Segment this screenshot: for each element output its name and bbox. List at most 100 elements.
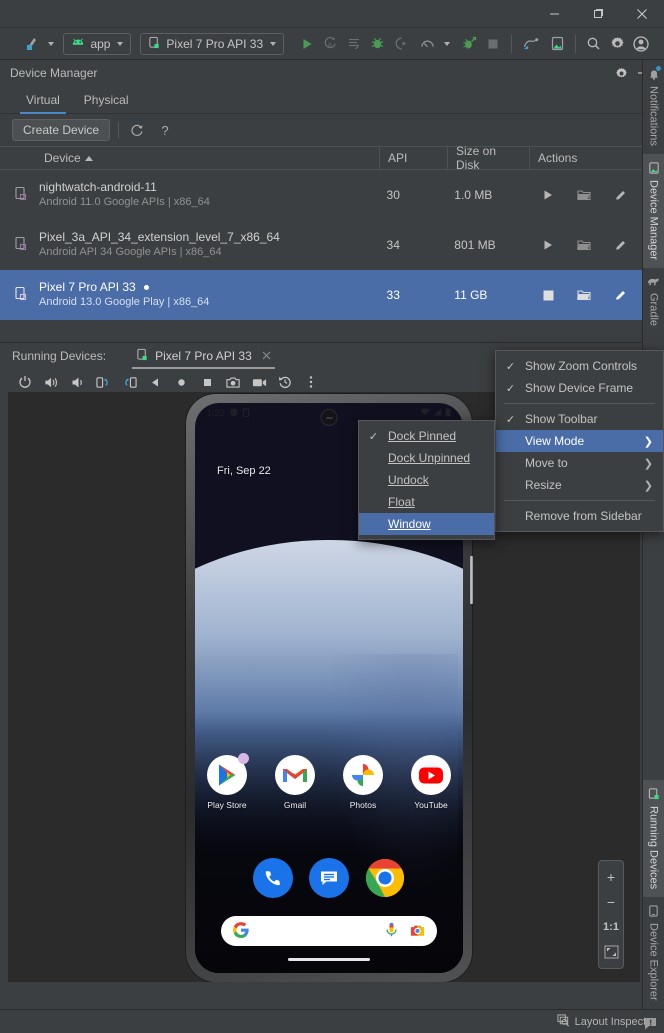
window-title-bar <box>0 0 664 28</box>
attach-debugger-button[interactable] <box>391 32 413 56</box>
api-cell: 34 <box>386 238 400 252</box>
profiler-chevron-down-icon[interactable] <box>444 41 451 46</box>
sdk-manager-button[interactable] <box>519 32 545 56</box>
menu-item-dock-pinned[interactable]: ✓ Dock Pinned <box>359 425 494 447</box>
device-table-empty-area <box>0 320 664 342</box>
settings-button[interactable] <box>607 32 629 56</box>
device-target-chevron-down-icon[interactable] <box>270 41 277 46</box>
menu-item-dock-unpinned[interactable]: Dock Unpinned <box>359 447 494 469</box>
create-device-button[interactable]: Create Device <box>12 119 111 141</box>
table-row[interactable]: Pixel_3a_API_34_extension_level_7_x86_64… <box>0 220 664 270</box>
column-header-api[interactable]: API <box>380 147 448 169</box>
shield-icon <box>230 407 238 419</box>
status-bar-left: 1:22 <box>207 407 420 419</box>
minimize-window-button[interactable] <box>532 0 576 28</box>
device-manager-button[interactable] <box>546 32 568 56</box>
app-photos[interactable]: Photos <box>337 755 389 810</box>
wifi-icon <box>420 408 430 418</box>
submenu-chevron-right-icon: ❯ <box>643 435 653 448</box>
tab-physical[interactable]: Physical <box>72 93 141 113</box>
play-icon[interactable] <box>540 187 556 203</box>
android-studio-logo-icon[interactable] <box>22 32 44 56</box>
run-configuration-selector[interactable]: app <box>63 32 132 55</box>
play-icon[interactable] <box>540 237 556 253</box>
menu-item-remove-from-sidebar[interactable]: Remove from Sidebar <box>496 505 663 527</box>
search-everywhere-button[interactable] <box>583 32 605 56</box>
apply-code-changes-button[interactable] <box>343 32 365 56</box>
sidebar-item-notifications[interactable]: Notifications <box>643 60 664 154</box>
running-device-tab[interactable]: Pixel 7 Pro API 33 <box>128 343 279 369</box>
warning-notification-icon[interactable] <box>642 1015 658 1031</box>
zoom-out-button[interactable]: − <box>600 891 622 913</box>
android-studio-window: app Pixel 7 Pro API 33 A Device Manager … <box>0 0 664 1033</box>
project-chevron-down-icon[interactable] <box>47 41 54 46</box>
home-app-grid: Play Store Gmail Photos YouTube <box>195 753 463 810</box>
debug-button[interactable] <box>367 32 389 56</box>
microphone-icon[interactable] <box>385 922 398 940</box>
menu-item-undock[interactable]: Undock <box>359 469 494 491</box>
google-lens-icon[interactable] <box>410 923 425 940</box>
run-button[interactable] <box>296 32 318 56</box>
zoom-fit-button[interactable] <box>600 941 622 963</box>
messages-icon[interactable] <box>309 858 349 898</box>
menu-item-show-device-frame[interactable]: ✓ Show Device Frame <box>496 377 663 399</box>
apply-changes-button[interactable]: A <box>320 32 342 56</box>
sidebar-item-device-manager[interactable]: Device Manager <box>643 153 664 269</box>
pencil-edit-icon[interactable] <box>612 287 628 303</box>
zoom-in-button[interactable]: + <box>600 866 622 888</box>
sidebar-item-gradle[interactable]: Gradle <box>643 268 664 334</box>
app-youtube[interactable]: YouTube <box>405 755 457 810</box>
device-explorer-icon <box>648 905 659 917</box>
size-cell: 801 MB <box>454 238 496 252</box>
run-config-chevron-down-icon[interactable] <box>117 41 124 46</box>
pencil-edit-icon[interactable] <box>612 237 628 253</box>
play-store-badge <box>238 753 249 764</box>
close-window-button[interactable] <box>620 0 664 28</box>
menu-item-move-to[interactable]: Move to ❯ <box>496 452 663 474</box>
navigation-gesture-pill[interactable] <box>288 958 370 961</box>
running-device-tab-label: Pixel 7 Pro API 33 <box>155 348 252 363</box>
table-row[interactable]: nightwatch-android-11 Android 11.0 Googl… <box>0 170 664 220</box>
pencil-edit-icon[interactable] <box>612 187 628 203</box>
run-with-coverage-button[interactable] <box>458 32 480 56</box>
gear-icon[interactable] <box>610 67 632 80</box>
chrome-icon[interactable] <box>365 858 405 898</box>
submenu-chevron-right-icon: ❯ <box>643 479 653 492</box>
menu-item-resize[interactable]: Resize ❯ <box>496 474 663 496</box>
restore-window-button[interactable] <box>576 0 620 28</box>
app-play-store[interactable]: Play Store <box>201 753 253 810</box>
tab-virtual[interactable]: Virtual <box>14 93 72 114</box>
menu-item-float[interactable]: Float <box>359 491 494 513</box>
zoom-actual-button[interactable]: 1:1 <box>600 916 622 938</box>
app-gmail[interactable]: Gmail <box>269 755 321 810</box>
close-x-icon[interactable] <box>262 348 271 363</box>
menu-item-show-toolbar[interactable]: ✓ Show Toolbar <box>496 408 663 430</box>
google-g-icon <box>233 921 249 941</box>
stop-button[interactable] <box>482 32 504 56</box>
api-cell: 30 <box>386 188 400 202</box>
size-cell: 11 GB <box>454 288 488 302</box>
phone-volume-rocker[interactable] <box>470 556 473 604</box>
menu-item-show-zoom-controls[interactable]: ✓ Show Zoom Controls <box>496 355 663 377</box>
device-target-selector[interactable]: Pixel 7 Pro API 33 <box>140 32 285 55</box>
folder-icon[interactable] <box>576 237 592 253</box>
folder-icon[interactable] <box>576 287 592 303</box>
sidebar-item-device-explorer[interactable]: Device Explorer <box>643 897 664 1009</box>
help-question-icon[interactable]: ? <box>155 120 175 140</box>
menu-item-label: Move to <box>525 456 568 470</box>
device-name: nightwatch-android-11 <box>39 180 157 194</box>
menu-item-view-mode[interactable]: View Mode ❯ <box>496 430 663 452</box>
account-button[interactable] <box>630 32 652 56</box>
folder-icon[interactable] <box>576 187 592 203</box>
sidebar-item-running-devices[interactable]: Running Devices <box>643 780 664 898</box>
column-header-device[interactable]: Device <box>0 147 380 169</box>
refresh-icon[interactable] <box>127 120 147 140</box>
column-header-size-on-disk[interactable]: Size on Disk <box>448 144 530 172</box>
home-date-widget[interactable]: Fri, Sep 22 <box>217 465 271 477</box>
google-search-bar[interactable] <box>221 916 437 946</box>
stop-square-icon[interactable] <box>540 287 556 303</box>
phone-dialer-icon[interactable] <box>253 858 293 898</box>
menu-item-window[interactable]: Window <box>359 513 494 535</box>
profiler-button[interactable] <box>415 32 441 56</box>
table-row[interactable]: Pixel 7 Pro API 33 Android 13.0 Google P… <box>0 270 664 320</box>
